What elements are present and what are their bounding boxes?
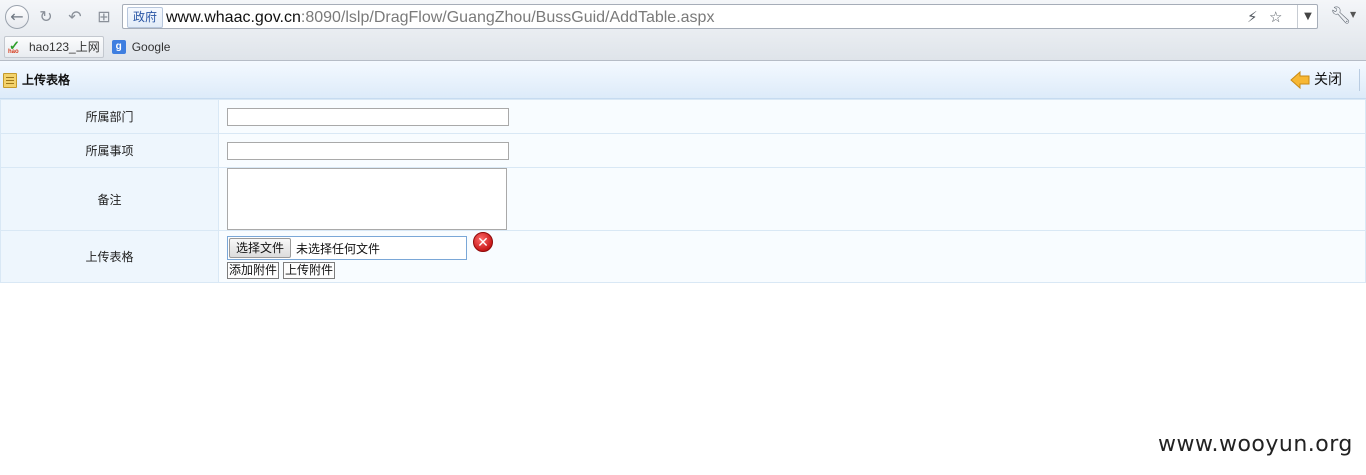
lightning-icon[interactable]: ⚡︎ xyxy=(1247,8,1258,26)
reload-button[interactable]: ↻ xyxy=(34,5,58,29)
panel-title-bar: 上传表格 关闭 xyxy=(0,61,1366,99)
close-label: 关闭 xyxy=(1314,72,1342,88)
back-button[interactable]: ← xyxy=(5,5,29,29)
reload-icon: ↻ xyxy=(39,7,53,26)
upload-form-table: 所属部门 所属事项 备注 上传表格 选择文件 未选择任何文件 ✕ 添加附件 上传… xyxy=(0,99,1366,283)
file-status-text: 未选择任何文件 xyxy=(296,241,381,256)
department-label: 所属部门 xyxy=(0,99,219,134)
add-attachment-button[interactable]: 添加附件 xyxy=(227,262,280,279)
back-arrow-icon xyxy=(1290,70,1310,90)
caret-down-icon[interactable]: ▼ xyxy=(1350,10,1356,19)
note-cell xyxy=(218,167,1366,231)
address-bar[interactable]: 政府 www.whaac.gov.cn:8090/lslp/DragFlow/G… xyxy=(122,4,1318,29)
address-dropdown-button[interactable]: ▼ xyxy=(1297,5,1318,28)
caret-down-icon: ▼ xyxy=(1304,11,1312,22)
upload-label: 上传表格 xyxy=(0,230,219,283)
close-button[interactable]: 关闭 xyxy=(1290,70,1342,90)
divider xyxy=(1359,69,1360,91)
back-arrow-icon: ← xyxy=(10,7,24,26)
matter-cell xyxy=(218,133,1366,168)
note-textarea[interactable] xyxy=(227,168,507,230)
page-title: 上传表格 xyxy=(22,73,71,87)
delete-icon[interactable]: ✕ xyxy=(473,232,493,252)
undo-icon: ↶ xyxy=(68,7,82,26)
page-content: 上传表格 关闭 所属部门 所属事项 备注 上传表格 选择文件 未选择任何文件 ✕… xyxy=(0,61,1366,283)
watermark: www.wooyun.org xyxy=(1158,432,1353,457)
google-icon: g xyxy=(111,39,126,54)
upload-cell: 选择文件 未选择任何文件 ✕ 添加附件 上传附件 xyxy=(218,230,1366,283)
url-path: :8090/lslp/DragFlow/GuangZhou/BussGuid/A… xyxy=(300,9,715,26)
attachment-buttons: 添加附件 上传附件 xyxy=(227,262,1365,279)
undo-button[interactable]: ↶ xyxy=(63,5,87,29)
form-row-upload: 上传表格 选择文件 未选择任何文件 ✕ 添加附件 上传附件 xyxy=(0,230,1366,283)
department-cell xyxy=(218,99,1366,134)
matter-label: 所属事项 xyxy=(0,133,219,168)
notepad-icon xyxy=(3,73,17,88)
matter-input[interactable] xyxy=(227,141,509,160)
file-input[interactable]: 选择文件 未选择任何文件 xyxy=(227,236,467,260)
department-input[interactable] xyxy=(227,107,509,126)
note-label: 备注 xyxy=(0,167,219,231)
star-icon[interactable]: ☆ xyxy=(1269,8,1282,26)
url-host: www.whaac.gov.cn xyxy=(166,9,301,26)
bookmark-hao123[interactable]: ✓ hao hao123_上网 xyxy=(4,35,104,58)
browser-chrome: ← ↻ ↶ ⊞ 政府 www.whaac.gov.cn:8090/lslp/Dr… xyxy=(0,0,1366,61)
url-text[interactable]: www.whaac.gov.cn:8090/lslp/DragFlow/Guan… xyxy=(166,7,714,28)
form-row-department: 所属部门 xyxy=(0,99,1366,134)
bookmark-label: hao123_上网 xyxy=(29,40,100,54)
upload-attachment-button[interactable]: 上传附件 xyxy=(283,262,336,279)
apps-button[interactable]: ⊞ xyxy=(92,5,116,29)
browser-toolbar: ← ↻ ↶ ⊞ 政府 www.whaac.gov.cn:8090/lslp/Dr… xyxy=(0,0,1366,33)
form-row-matter: 所属事项 xyxy=(0,133,1366,168)
gov-badge[interactable]: 政府 xyxy=(127,7,164,28)
choose-file-button[interactable]: 选择文件 xyxy=(229,238,292,258)
hao123-icon: ✓ hao xyxy=(8,37,20,55)
bookmarks-bar: ✓ hao hao123_上网 g Google xyxy=(0,34,1366,59)
wrench-icon[interactable]: 🔧︎ xyxy=(1330,6,1352,26)
form-row-note: 备注 xyxy=(0,167,1366,231)
bookmark-google[interactable]: g Google xyxy=(108,36,175,58)
grid-icon: ⊞ xyxy=(97,7,111,26)
file-row: 选择文件 未选择任何文件 ✕ xyxy=(227,232,1365,260)
bookmark-label: Google xyxy=(131,39,171,54)
